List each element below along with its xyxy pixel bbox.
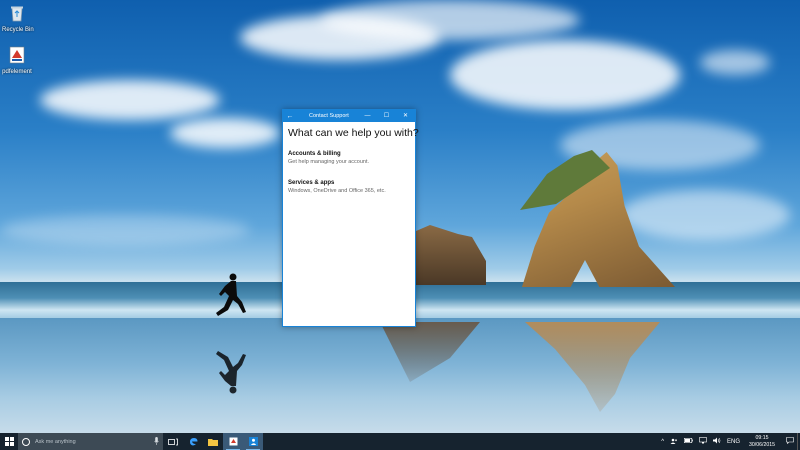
chevron-up-icon[interactable]: ^ — [661, 439, 664, 445]
maximize-button[interactable]: ☐ — [377, 110, 396, 122]
taskbar: Ask me anything ^ ENG 09:15 30/06/2015 — [0, 433, 800, 450]
rock-formation — [416, 225, 486, 285]
windows-logo-icon — [4, 437, 14, 446]
window-title: Contact Support — [309, 113, 349, 119]
cloud — [0, 215, 250, 245]
contact-support-window: ← Contact Support — ☐ ✕ What can we help… — [282, 109, 419, 327]
search-box[interactable]: Ask me anything — [18, 433, 163, 450]
back-arrow-icon[interactable]: ← — [283, 113, 297, 120]
cloud — [320, 0, 580, 40]
volume-icon[interactable] — [713, 437, 721, 446]
search-placeholder: Ask me anything — [35, 438, 76, 445]
task-view-button[interactable] — [163, 433, 183, 450]
cloud — [170, 118, 280, 148]
runner-silhouette — [216, 273, 246, 316]
language-indicator[interactable]: ENG — [727, 439, 740, 445]
taskbar-file-explorer-button[interactable] — [203, 433, 223, 450]
taskbar-contact-support-button[interactable] — [243, 433, 263, 450]
system-tray: ^ ENG 09:15 30/06/2015 — [658, 433, 800, 450]
desktop-icon-label: Recycle Bin — [2, 27, 34, 33]
page-title: What can we help you with? — [288, 127, 419, 139]
edge-browser-icon — [189, 438, 197, 446]
battery-icon[interactable] — [684, 438, 693, 445]
minimize-button[interactable]: — — [358, 110, 377, 122]
microphone-icon[interactable] — [154, 437, 159, 447]
cortana-icon — [22, 437, 30, 446]
cloud — [620, 190, 790, 240]
option-description: Windows, OneDrive and Office 365, etc. — [288, 188, 386, 194]
close-button[interactable]: ✕ — [396, 110, 415, 122]
start-button[interactable] — [0, 433, 18, 450]
runner-reflection — [216, 351, 246, 394]
people-icon[interactable] — [670, 438, 678, 446]
network-icon[interactable] — [699, 437, 707, 446]
desktop-icon-label: pdfelement — [2, 69, 32, 75]
window-content: What can we help you with? Accounts & bi… — [283, 122, 419, 213]
clock[interactable]: 09:15 30/06/2015 — [749, 435, 775, 448]
task-view-icon — [168, 438, 178, 445]
window-controls: — ☐ ✕ — [358, 110, 415, 122]
app-shortcut-icon — [229, 437, 237, 446]
clock-date: 30/06/2015 — [749, 441, 775, 448]
window-titlebar[interactable]: ← Contact Support — ☐ ✕ — [283, 110, 415, 122]
taskbar-edge-button[interactable] — [183, 433, 203, 450]
option-title: Accounts & billing — [288, 151, 341, 157]
cloud — [40, 80, 220, 120]
option-accounts-billing[interactable]: Accounts & billing Get help managing you… — [288, 150, 410, 166]
action-center-icon[interactable] — [786, 437, 794, 446]
option-title: Services & apps — [288, 180, 335, 186]
option-description: Get help managing your account. — [288, 159, 370, 165]
cloud — [700, 50, 770, 75]
taskbar-pdfelement-button[interactable] — [223, 433, 243, 450]
folder-icon — [208, 438, 218, 446]
recycle-bin-icon — [11, 6, 23, 22]
app-shortcut-icon — [9, 46, 25, 64]
person-icon — [248, 437, 258, 446]
desktop-icon-pdfelement[interactable]: pdfelement — [2, 46, 32, 76]
desktop-icon-recycle-bin[interactable]: Recycle Bin — [2, 4, 34, 34]
cloud — [450, 40, 680, 110]
option-services-apps[interactable]: Services & apps Windows, OneDrive and Of… — [288, 179, 410, 195]
